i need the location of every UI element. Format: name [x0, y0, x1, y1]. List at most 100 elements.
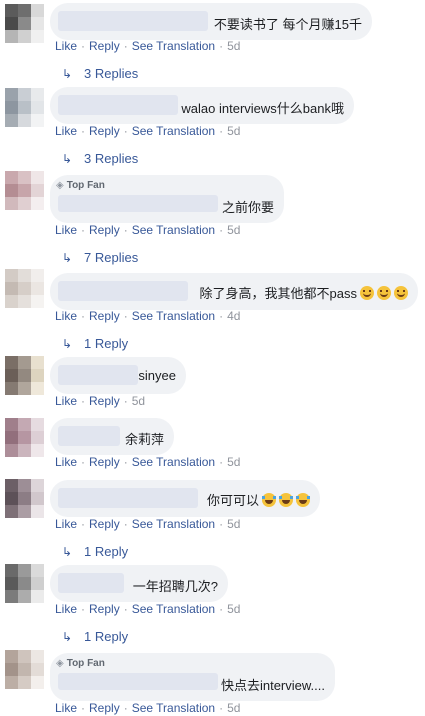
like-button[interactable]: Like: [55, 223, 77, 237]
comment-bubble: ◈ Top Fan 快点去interview....: [50, 653, 335, 701]
blurred-author-name[interactable]: [58, 673, 218, 690]
comment-actions: Like · Reply · See Translation · 5d: [55, 124, 241, 138]
reply-button[interactable]: Reply: [89, 309, 120, 323]
see-translation-button[interactable]: See Translation: [132, 517, 215, 531]
avatar[interactable]: [5, 269, 44, 308]
comment-bubble: ◈ Top Fan 之前你要: [50, 175, 284, 223]
reply-button[interactable]: Reply: [89, 517, 120, 531]
comment-bubble: 除了身高，我其他都不pass: [50, 273, 418, 310]
comment-actions: Like · Reply · See Translation · 5d: [55, 602, 241, 616]
avatar[interactable]: [5, 171, 44, 210]
view-replies-link[interactable]: ↳ 1 Reply: [62, 544, 128, 559]
like-button[interactable]: Like: [55, 124, 77, 138]
comment-bubble: sinyee: [50, 357, 186, 394]
like-button[interactable]: Like: [55, 701, 77, 715]
comment-text: sinyee: [138, 368, 176, 383]
comment-actions: Like · Reply · See Translation · 5d: [55, 39, 241, 53]
see-translation-button[interactable]: See Translation: [132, 39, 215, 53]
like-button[interactable]: Like: [55, 309, 77, 323]
view-replies-link[interactable]: ↳ 3 Replies: [62, 66, 138, 81]
reply-arrow-icon: ↳: [62, 545, 73, 559]
comment-text: walao interviews什么bank哦: [181, 101, 344, 116]
top-fan-badge: ◈ Top Fan: [56, 180, 105, 191]
see-translation-button[interactable]: See Translation: [132, 124, 215, 138]
like-button[interactable]: Like: [55, 602, 77, 616]
avatar[interactable]: [5, 479, 44, 518]
reply-button[interactable]: Reply: [89, 39, 120, 53]
timestamp[interactable]: 5d: [132, 394, 145, 408]
comment-text: 不要读书了 每个月赚15千: [213, 17, 362, 32]
timestamp[interactable]: 5d: [227, 124, 240, 138]
see-translation-button[interactable]: See Translation: [132, 602, 215, 616]
avatar[interactable]: [5, 88, 44, 127]
grinning-face-icon: [394, 286, 408, 300]
tears-of-joy-icon: [279, 493, 293, 507]
comment-text: 之前你要: [221, 200, 274, 215]
avatar[interactable]: [5, 418, 44, 457]
timestamp[interactable]: 4d: [227, 309, 240, 323]
blurred-author-name[interactable]: [58, 573, 124, 593]
like-button[interactable]: Like: [55, 39, 77, 53]
avatar[interactable]: [5, 4, 44, 43]
comment-bubble: 一年招聘几次?: [50, 565, 228, 602]
blurred-author-name[interactable]: [58, 95, 178, 115]
reply-arrow-icon: ↳: [62, 152, 73, 166]
comment-text: 快点去interview....: [220, 678, 325, 693]
diamond-icon: ◈: [56, 658, 64, 669]
blurred-author-name[interactable]: [58, 488, 198, 508]
timestamp[interactable]: 5d: [227, 223, 240, 237]
avatar[interactable]: [5, 564, 44, 603]
reply-button[interactable]: Reply: [89, 394, 120, 408]
timestamp[interactable]: 5d: [227, 602, 240, 616]
top-fan-badge: ◈ Top Fan: [56, 658, 105, 669]
reply-arrow-icon: ↳: [62, 337, 73, 351]
comment-bubble: walao interviews什么bank哦: [50, 87, 354, 124]
tears-of-joy-icon: [262, 493, 276, 507]
blurred-author-name[interactable]: [58, 365, 138, 385]
view-replies-link[interactable]: ↳ 7 Replies: [62, 250, 138, 265]
view-replies-link[interactable]: ↳ 1 Reply: [62, 629, 128, 644]
reply-arrow-icon: ↳: [62, 630, 73, 644]
comment-actions: Like · Reply · See Translation · 5d: [55, 223, 241, 237]
reply-button[interactable]: Reply: [89, 602, 120, 616]
reply-button[interactable]: Reply: [89, 455, 120, 469]
blurred-author-name[interactable]: [58, 426, 120, 446]
reply-arrow-icon: ↳: [62, 67, 73, 81]
comment-actions: Like · Reply · See Translation · 5d: [55, 701, 241, 715]
comment-bubble: 余莉萍: [50, 418, 174, 455]
comment-text: 你可可以: [207, 490, 310, 509]
reply-button[interactable]: Reply: [89, 124, 120, 138]
avatar[interactable]: [5, 356, 44, 395]
comment-actions: Like · Reply · 5d: [55, 394, 146, 408]
comment-actions: Like · Reply · See Translation · 5d: [55, 517, 241, 531]
view-replies-link[interactable]: ↳ 3 Replies: [62, 151, 138, 166]
comment-text: 余莉萍: [124, 432, 164, 447]
like-button[interactable]: Like: [55, 455, 77, 469]
avatar[interactable]: [5, 650, 44, 689]
comment-bubble: 你可可以: [50, 480, 320, 517]
reply-arrow-icon: ↳: [62, 251, 73, 265]
tears-of-joy-icon: [296, 493, 310, 507]
reply-button[interactable]: Reply: [89, 223, 120, 237]
comment-text: 除了身高，我其他都不pass: [200, 283, 408, 302]
grinning-face-icon: [377, 286, 391, 300]
grinning-face-icon: [360, 286, 374, 300]
blurred-author-name[interactable]: [58, 195, 218, 212]
comment-bubble: 不要读书了 每个月赚15千: [50, 3, 372, 40]
timestamp[interactable]: 5d: [227, 39, 240, 53]
see-translation-button[interactable]: See Translation: [132, 223, 215, 237]
comment-text: 一年招聘几次?: [132, 579, 218, 594]
see-translation-button[interactable]: See Translation: [132, 309, 215, 323]
reply-button[interactable]: Reply: [89, 701, 120, 715]
timestamp[interactable]: 5d: [227, 517, 240, 531]
blurred-author-name[interactable]: [58, 11, 208, 31]
timestamp[interactable]: 5d: [227, 701, 240, 715]
comment-actions: Like · Reply · See Translation · 4d: [55, 309, 241, 323]
see-translation-button[interactable]: See Translation: [132, 701, 215, 715]
like-button[interactable]: Like: [55, 517, 77, 531]
blurred-author-name[interactable]: [58, 281, 188, 301]
see-translation-button[interactable]: See Translation: [132, 455, 215, 469]
timestamp[interactable]: 5d: [227, 455, 240, 469]
view-replies-link[interactable]: ↳ 1 Reply: [62, 336, 128, 351]
like-button[interactable]: Like: [55, 394, 77, 408]
